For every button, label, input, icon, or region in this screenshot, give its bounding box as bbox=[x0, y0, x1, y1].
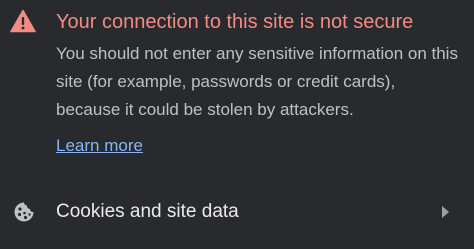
cookie-icon bbox=[14, 202, 34, 222]
warning-title: Your connection to this site is not secu… bbox=[56, 11, 414, 33]
learn-more-link[interactable]: Learn more bbox=[56, 133, 143, 159]
warning-triangle-icon bbox=[10, 9, 36, 33]
chevron-right-icon bbox=[442, 206, 449, 218]
cookies-and-site-data-button[interactable]: Cookies and site data bbox=[0, 187, 474, 235]
site-info-popup: Your connection to this site is not secu… bbox=[0, 0, 474, 249]
warning-description: You should not enter any sensitive infor… bbox=[56, 44, 458, 119]
cookies-label: Cookies and site data bbox=[56, 201, 239, 222]
